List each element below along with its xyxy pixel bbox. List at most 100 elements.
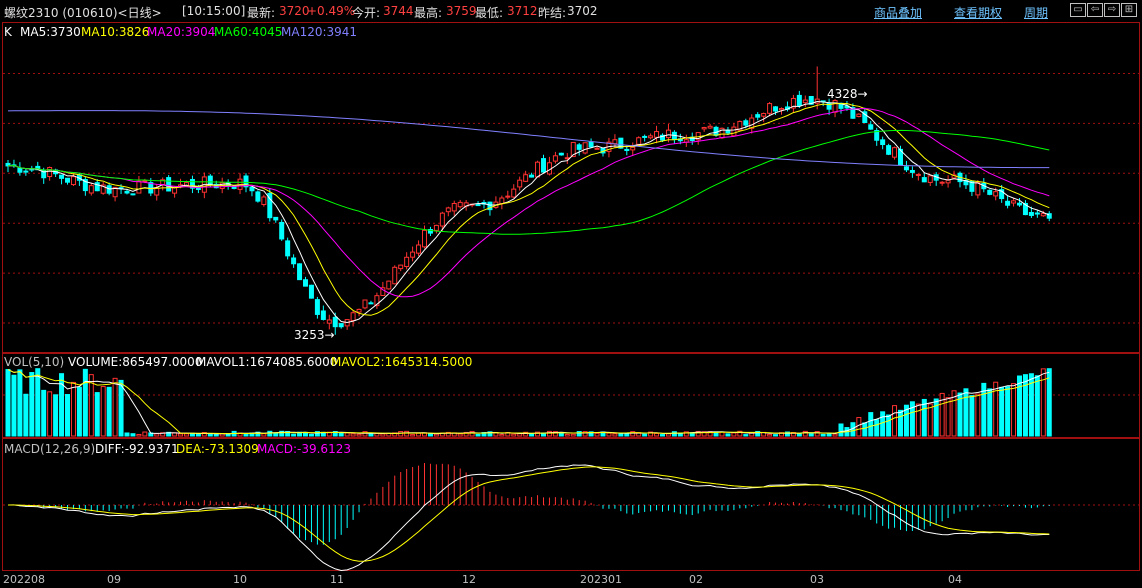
candle-body bbox=[701, 127, 707, 130]
volume-bar bbox=[344, 432, 350, 437]
macd-title: MACD(12,26,9) bbox=[4, 442, 96, 456]
volume-bar bbox=[642, 433, 648, 437]
volume-bar bbox=[136, 433, 142, 437]
volume-bar bbox=[130, 433, 136, 437]
candle-body bbox=[142, 180, 148, 183]
volume-bar bbox=[743, 434, 749, 437]
volume-bar bbox=[11, 374, 17, 437]
candle-body bbox=[582, 142, 588, 154]
volume-bar bbox=[808, 433, 814, 437]
candle-body bbox=[915, 173, 921, 176]
volume-bar bbox=[880, 411, 886, 437]
volume-bar bbox=[350, 433, 356, 437]
volume-bar bbox=[243, 433, 249, 437]
candle-body bbox=[166, 177, 172, 192]
candle-body bbox=[909, 170, 915, 173]
candle-body bbox=[642, 135, 648, 138]
volume-bar bbox=[564, 433, 570, 437]
candle-body bbox=[558, 152, 564, 156]
candle-body bbox=[773, 106, 779, 112]
candle-body bbox=[779, 108, 784, 111]
candle-body bbox=[249, 186, 255, 192]
candle-body bbox=[1017, 202, 1022, 206]
x-label-10: 10 bbox=[233, 573, 247, 586]
volume-bar bbox=[838, 423, 844, 437]
volume-bar bbox=[975, 393, 981, 437]
candle-body bbox=[945, 179, 951, 184]
volume-bar bbox=[773, 434, 779, 437]
volume-bar bbox=[154, 433, 160, 437]
candle-body bbox=[868, 124, 874, 130]
volume-bar bbox=[517, 433, 523, 437]
candle-body bbox=[743, 120, 749, 126]
candle-body bbox=[451, 202, 457, 212]
volume-bar bbox=[987, 388, 993, 437]
volume-bar bbox=[124, 432, 130, 437]
volume-bar bbox=[570, 433, 576, 437]
volume-bar bbox=[291, 433, 297, 437]
volume-bar bbox=[207, 433, 213, 437]
volume-bar bbox=[576, 431, 582, 437]
volume-bar bbox=[368, 433, 374, 437]
volume-bar bbox=[618, 433, 624, 437]
candle-body bbox=[308, 284, 314, 299]
volume-bar bbox=[862, 422, 868, 437]
volume-bar bbox=[796, 433, 802, 437]
candle-body bbox=[273, 216, 279, 221]
volume-bar bbox=[671, 431, 677, 437]
x-label-202208: 202208 bbox=[3, 573, 45, 586]
candle-body bbox=[731, 126, 737, 137]
volume-bar bbox=[184, 433, 189, 437]
candle-body bbox=[535, 161, 541, 178]
mavol1-value: MAVOL1:1674085.6000 bbox=[196, 355, 338, 369]
volume-bar bbox=[380, 433, 386, 437]
volume-bar bbox=[654, 432, 660, 437]
volume-bar bbox=[404, 430, 410, 437]
volume-bar bbox=[511, 433, 517, 437]
ma60-legend: MA60:4045 bbox=[214, 25, 283, 39]
candle-body bbox=[422, 229, 427, 248]
candle-body bbox=[529, 174, 535, 178]
vol-title: VOL(5,10) bbox=[4, 355, 65, 369]
candle-body bbox=[70, 176, 76, 186]
candle-body bbox=[505, 195, 511, 198]
candle-body bbox=[285, 240, 291, 257]
candle-body bbox=[761, 113, 767, 117]
volume-bar bbox=[1034, 375, 1040, 437]
macd-value: MACD:-39.6123 bbox=[257, 442, 351, 456]
candle-body bbox=[588, 141, 594, 148]
candle-body bbox=[356, 308, 362, 313]
volume-bar bbox=[70, 381, 76, 437]
volume-bar bbox=[558, 432, 564, 437]
candle-body bbox=[856, 113, 862, 118]
volume-bar bbox=[261, 433, 267, 437]
kline-chart-canvas bbox=[3, 66, 1139, 572]
ma20-legend: MA20:3904 bbox=[147, 25, 216, 39]
volume-bar bbox=[868, 412, 874, 437]
candle-body bbox=[987, 189, 993, 195]
ma120-line bbox=[7, 110, 1050, 169]
candle-body bbox=[326, 319, 332, 324]
volume-bar bbox=[213, 434, 219, 437]
candle-body bbox=[636, 137, 642, 145]
candle-body bbox=[511, 188, 517, 198]
candle-body bbox=[350, 312, 356, 322]
candle-body bbox=[410, 251, 416, 258]
volume-bar bbox=[1017, 375, 1022, 437]
candle-body bbox=[398, 264, 404, 270]
volume-bar bbox=[969, 395, 975, 437]
candle-body bbox=[439, 212, 445, 227]
candle-body bbox=[630, 146, 636, 151]
x-label-02: 02 bbox=[689, 573, 703, 586]
candle-body bbox=[231, 186, 237, 189]
volume-bar bbox=[195, 433, 201, 437]
volume-bar bbox=[933, 398, 939, 437]
candle-body bbox=[886, 145, 892, 155]
candle-body bbox=[576, 144, 582, 150]
candle-body bbox=[124, 190, 130, 194]
candle-body bbox=[939, 181, 945, 184]
volume-bar bbox=[118, 379, 124, 437]
candle-body bbox=[665, 129, 671, 139]
candle-body bbox=[993, 191, 999, 197]
ma5-legend: MA5:3730 bbox=[20, 25, 81, 39]
